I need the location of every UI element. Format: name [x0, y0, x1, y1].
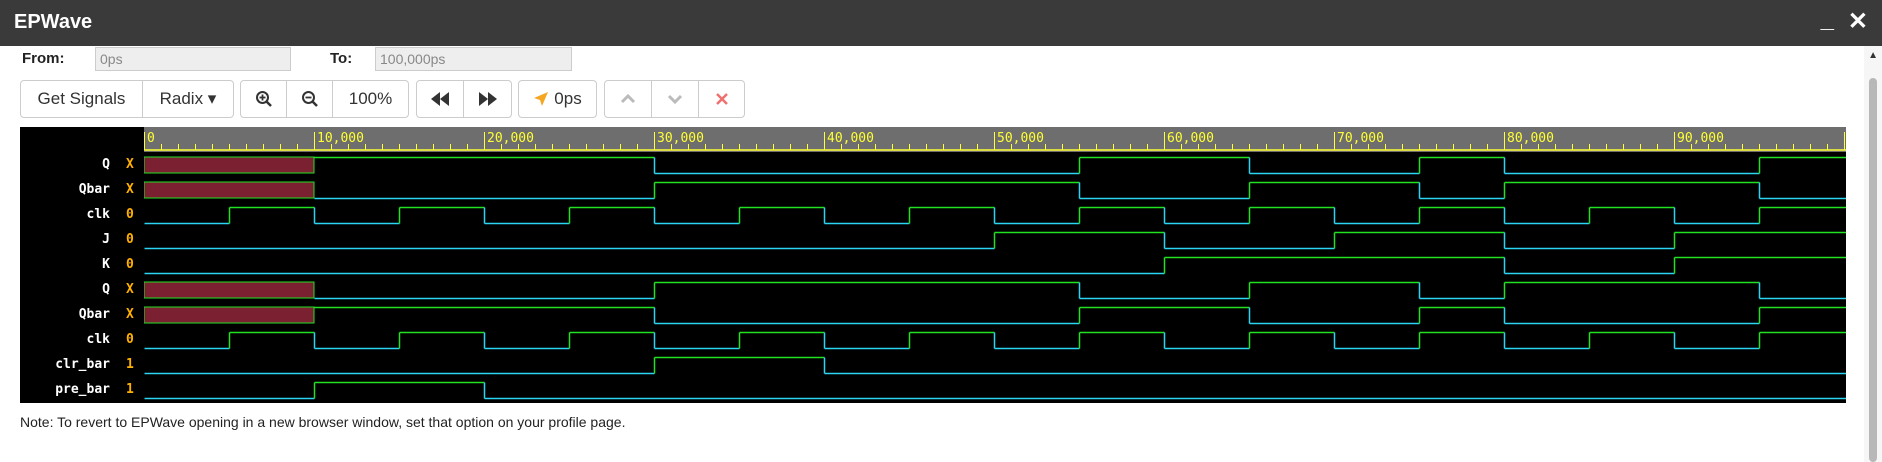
cursor-icon — [534, 92, 549, 106]
signal-name[interactable]: Qbar — [20, 307, 110, 322]
signal-name[interactable]: Qbar — [20, 182, 110, 197]
ruler-label: 90,000 — [1677, 131, 1724, 146]
signal-name[interactable]: Q — [20, 157, 110, 172]
from-label: From: — [22, 50, 65, 67]
marker-up-button[interactable] — [605, 81, 652, 117]
close-icon — [715, 93, 728, 105]
delete-marker-button[interactable] — [699, 81, 744, 117]
unknown-value-region — [144, 281, 315, 299]
ruler-label: 80,000 — [1507, 131, 1554, 146]
ruler-label: 60,000 — [1167, 131, 1214, 146]
rewind-button[interactable] — [417, 81, 464, 117]
signal-name[interactable]: Q — [20, 282, 110, 297]
signals-button-group: Get Signals Radix ▾ — [20, 80, 234, 118]
fast-forward-button[interactable] — [464, 81, 511, 117]
to-label: To: — [330, 50, 353, 67]
cursor-button-group: 0ps — [518, 80, 597, 118]
waveform-panel[interactable]: 0 10,000 20,000 30,000 40,000 50,000 60,000 70,… — [20, 127, 1846, 403]
signal-names-header — [20, 127, 144, 152]
minimize-button[interactable]: _ — [1821, 6, 1834, 34]
signal-value: X — [126, 307, 134, 322]
signal-value: 0 — [126, 257, 134, 272]
signal-name[interactable]: clk — [20, 332, 110, 347]
ruler-label: 70,000 — [1337, 131, 1384, 146]
signal-name[interactable]: clk — [20, 207, 110, 222]
to-field[interactable]: 100,000ps — [375, 47, 572, 71]
signal-name[interactable]: J — [20, 232, 110, 247]
fast-forward-icon — [478, 92, 497, 106]
ruler-label: 0 — [147, 131, 155, 146]
signal-name[interactable]: clr_bar — [20, 357, 110, 372]
signal-value: 1 — [126, 357, 134, 372]
zoom-in-icon — [255, 91, 272, 107]
footer-note: Note: To revert to EPWave opening in a n… — [20, 414, 626, 430]
chevron-down-icon — [667, 94, 683, 104]
navigate-button-group — [416, 80, 512, 118]
get-signals-button[interactable]: Get Signals — [21, 81, 143, 117]
cursor-time-button[interactable]: 0ps — [519, 81, 596, 117]
window-title: EPWave — [14, 11, 93, 33]
signal-name[interactable]: K — [20, 257, 110, 272]
ruler-label: 10,000 — [317, 131, 364, 146]
rewind-icon — [431, 92, 449, 106]
signal-value: 0 — [126, 207, 134, 222]
time-ruler-axis: 0 10,000 20,000 30,000 40,000 50,000 60,000 70,… — [144, 131, 1846, 151]
ruler-label: 20,000 — [487, 131, 534, 146]
chevron-up-icon — [620, 94, 636, 104]
signal-value: X — [126, 157, 134, 172]
signal-value: 0 — [126, 232, 134, 247]
marker-down-button[interactable] — [652, 81, 699, 117]
ruler-label: 50,000 — [997, 131, 1044, 146]
ruler-label: 30,000 — [657, 131, 704, 146]
close-button[interactable]: ✕ — [1848, 8, 1868, 36]
scrollbar-thumb[interactable] — [1869, 78, 1877, 462]
from-field[interactable]: 0ps — [95, 47, 291, 71]
zoom-out-icon — [301, 91, 318, 107]
signal-name[interactable]: pre_bar — [20, 382, 110, 397]
signal-value: X — [126, 182, 134, 197]
marker-button-group — [604, 80, 745, 118]
title-bar: EPWave _ ✕ — [0, 0, 1882, 46]
unknown-value-region — [144, 156, 315, 174]
cursor-time: 0ps — [554, 89, 582, 108]
zoom-button-group: 100% — [240, 80, 409, 118]
unknown-value-region — [144, 181, 315, 199]
radix-dropdown[interactable]: Radix ▾ — [143, 81, 233, 117]
ruler-label: 40,000 — [827, 131, 874, 146]
zoom-level[interactable]: 100% — [333, 81, 408, 117]
zoom-in-button[interactable] — [241, 81, 287, 117]
unknown-value-region — [144, 306, 315, 324]
signal-value: 0 — [126, 332, 134, 347]
scroll-up-arrow-icon[interactable]: ▲ — [1868, 50, 1878, 61]
signal-value: X — [126, 282, 134, 297]
zoom-out-button[interactable] — [287, 81, 333, 117]
time-ruler[interactable]: 0 10,000 20,000 30,000 40,000 50,000 60,000 70,… — [144, 127, 1846, 152]
signal-value: 1 — [126, 382, 134, 397]
waveforms[interactable] — [144, 152, 1846, 403]
